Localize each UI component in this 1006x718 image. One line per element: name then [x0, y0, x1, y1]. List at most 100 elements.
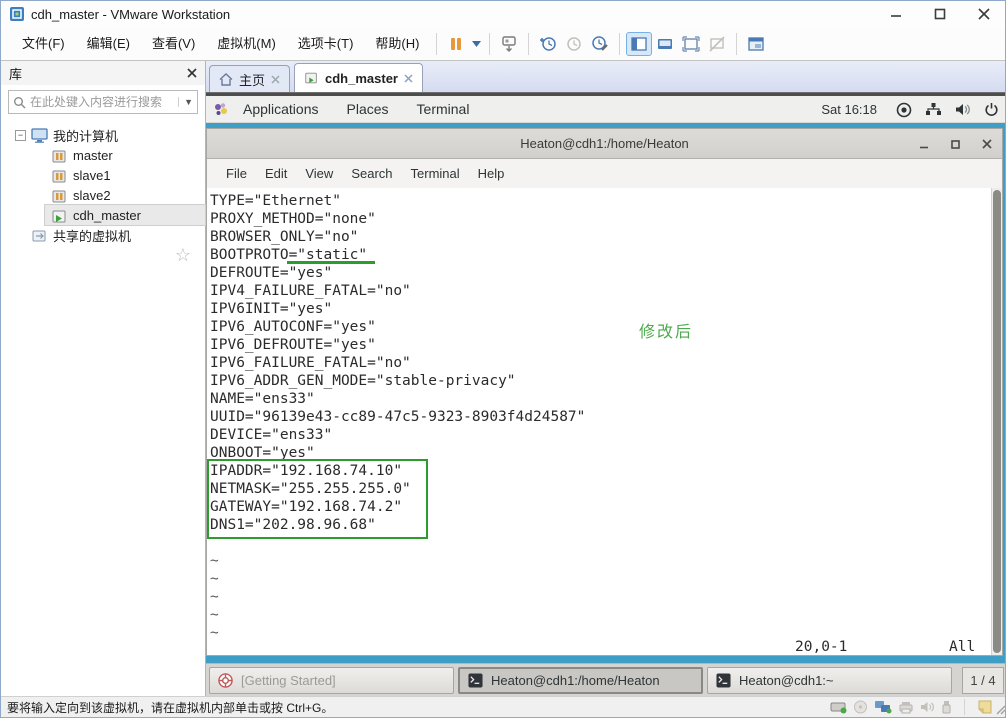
toolbar-separator: [528, 32, 530, 55]
take-snapshot-button[interactable]: [535, 32, 561, 56]
statusbar-separator: [964, 699, 965, 715]
maximize-button[interactable]: [931, 6, 949, 22]
revert-snapshot-button[interactable]: [561, 32, 587, 56]
config-line: PROXY_METHOD="none": [210, 211, 376, 227]
terminal-close-icon[interactable]: [982, 139, 992, 149]
terminal-menu-file[interactable]: File: [217, 166, 256, 181]
library-search[interactable]: ▼: [8, 90, 198, 114]
terminal-app-icon: [468, 672, 483, 688]
taskbar-button-terminal-home[interactable]: Heaton@cdh1:/home/Heaton: [458, 666, 703, 694]
menu-tabs[interactable]: 选项卡(T): [287, 32, 365, 56]
network-icon[interactable]: [925, 102, 942, 117]
gnome-menu-terminal[interactable]: Terminal: [403, 101, 484, 117]
power-icon[interactable]: [984, 102, 999, 117]
send-ctrl-alt-del-button[interactable]: [496, 32, 522, 56]
expander-icon[interactable]: −: [15, 129, 26, 141]
vm-icon: [52, 190, 66, 202]
tree-node-label: slave2: [73, 187, 111, 203]
vmware-window: cdh_master - VMware Workstation 文件(F) 编辑…: [0, 0, 1006, 718]
menu-vm[interactable]: 虚拟机(M): [206, 32, 287, 56]
menu-help[interactable]: 帮助(H): [364, 32, 430, 56]
vm-icon: [52, 150, 66, 162]
workspace-switcher[interactable]: 1 / 4: [962, 666, 1004, 694]
tree-node-label: 我的计算机: [53, 128, 119, 144]
accessibility-icon[interactable]: [896, 102, 912, 118]
taskbar-button-terminal-tilde[interactable]: Heaton@cdh1:~: [707, 666, 952, 694]
tab-home[interactable]: 主页: [209, 65, 291, 92]
terminal-menu-search[interactable]: Search: [342, 166, 401, 181]
favorite-star-icon[interactable]: ☆: [175, 245, 191, 266]
power-options-caret[interactable]: [469, 32, 483, 56]
terminal-window: Heaton@cdh1:/home/Heaton File Edit View …: [206, 128, 1003, 656]
terminal-maximize-icon[interactable]: [951, 139, 960, 149]
toolbar-separator: [736, 32, 738, 55]
network-status-icon[interactable]: [874, 700, 892, 714]
computer-icon: [31, 127, 48, 143]
search-dropdown-caret[interactable]: ▼: [178, 97, 193, 107]
console-panel-button[interactable]: [743, 32, 769, 56]
tab-close-icon[interactable]: [271, 74, 280, 84]
tree-node-master[interactable]: master: [1, 145, 205, 165]
terminal-menu-view[interactable]: View: [296, 166, 342, 181]
hdd-status-icon[interactable]: [830, 700, 847, 714]
vmware-app-icon: [10, 7, 24, 21]
terminal-menu-help[interactable]: Help: [469, 166, 514, 181]
show-library-button[interactable]: [626, 31, 653, 56]
search-input[interactable]: [30, 95, 179, 109]
getting-started-icon: [218, 672, 233, 688]
sound-status-icon[interactable]: [920, 700, 935, 714]
toolbar-separator: [489, 32, 491, 55]
annotation-text: 修改后: [639, 324, 694, 341]
vm-icon: [52, 170, 66, 182]
terminal-title: Heaton@cdh1:/home/Heaton: [520, 136, 689, 151]
snapshot-manager-button[interactable]: [587, 32, 613, 56]
volume-icon[interactable]: [955, 102, 971, 117]
terminal-menubar: File Edit View Search Terminal Help: [207, 159, 1002, 188]
taskbar-button-label: Heaton@cdh1:/home/Heaton: [491, 672, 660, 688]
vm-running-icon: [52, 210, 66, 222]
tab-cdh-master[interactable]: cdh_master: [294, 63, 423, 92]
gnome-menu-applications[interactable]: Applications: [229, 101, 333, 117]
tree-node-my-computer[interactable]: − 我的计算机: [1, 125, 205, 145]
terminal-titlebar[interactable]: Heaton@cdh1:/home/Heaton: [207, 129, 1002, 159]
menu-view[interactable]: 查看(V): [141, 32, 206, 56]
terminal-content[interactable]: TYPE="Ethernet" PROXY_METHOD="none" BROW…: [207, 188, 1002, 655]
terminal-menu-edit[interactable]: Edit: [256, 166, 296, 181]
unity-mode-button[interactable]: [704, 32, 730, 56]
applications-menu-icon[interactable]: [213, 101, 229, 117]
status-message: 要将输入定向到该虚拟机，请在虚拟机内部单击或按 Ctrl+G。: [7, 700, 334, 715]
tree-node-slave1[interactable]: slave1: [1, 165, 205, 185]
tree-node-label: slave1: [73, 167, 111, 183]
close-button[interactable]: [975, 6, 993, 22]
message-log-icon[interactable]: [977, 700, 993, 714]
pause-vm-button[interactable]: [443, 32, 469, 56]
vi-tilde: ~: [210, 571, 219, 587]
cdrom-status-icon[interactable]: [853, 700, 868, 714]
config-line: IPV6INIT="yes": [210, 301, 333, 317]
taskbar-button-getting-started[interactable]: [Getting Started]: [209, 666, 454, 694]
menu-edit[interactable]: 编辑(E): [76, 32, 141, 56]
config-line: IPV6_DEFROUTE="yes": [210, 337, 376, 353]
terminal-scrollbar-thumb[interactable]: [993, 190, 1001, 653]
terminal-scrollbar[interactable]: [991, 188, 1002, 655]
tree-node-slave2[interactable]: slave2: [1, 185, 205, 205]
library-close-icon[interactable]: [187, 68, 197, 78]
console-view-button[interactable]: [652, 32, 678, 56]
minimize-button[interactable]: [887, 6, 905, 22]
config-line: TYPE="Ethernet": [210, 193, 341, 209]
fullscreen-button[interactable]: [678, 32, 704, 56]
tree-node-shared-vms[interactable]: 共享的虚拟机: [1, 225, 205, 245]
taskbar-button-label: [Getting Started]: [241, 672, 336, 688]
printer-status-icon[interactable]: [898, 700, 914, 714]
usb-status-icon[interactable]: [941, 700, 952, 714]
gnome-clock[interactable]: Sat 16:18: [821, 102, 877, 117]
gnome-menu-places[interactable]: Places: [333, 101, 403, 117]
terminal-minimize-icon[interactable]: [919, 139, 929, 149]
vm-console-screen[interactable]: Applications Places Terminal Sat 16:18 H…: [206, 93, 1005, 696]
resize-grip[interactable]: [994, 703, 1006, 715]
vm-tree: − 我的计算机 master slave1 slave2 cdh_master: [1, 119, 206, 265]
menu-file[interactable]: 文件(F): [11, 32, 76, 56]
tree-node-cdh-master[interactable]: cdh_master: [44, 204, 206, 226]
tab-close-icon[interactable]: [404, 73, 413, 83]
terminal-menu-terminal[interactable]: Terminal: [402, 166, 469, 181]
